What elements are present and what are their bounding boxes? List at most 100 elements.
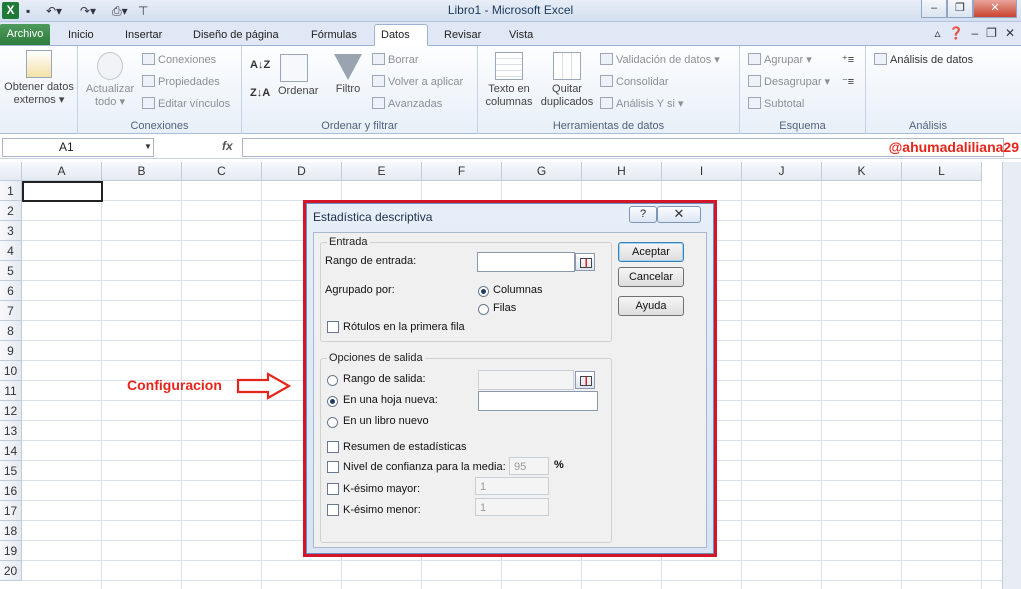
filter-button[interactable]: Filtro (330, 54, 366, 96)
column-header-h[interactable]: H (582, 162, 662, 181)
column-header-c[interactable]: C (182, 162, 262, 181)
group-by-columns-radio[interactable] (478, 286, 489, 297)
sort-za-icon[interactable]: Z↓A (250, 86, 270, 100)
cancel-button[interactable]: Cancelar (618, 267, 684, 287)
sort-az-icon[interactable]: A↓Z (250, 58, 270, 72)
input-range-field[interactable] (477, 252, 575, 272)
workbook-minimize-icon[interactable]: – (971, 26, 978, 40)
column-header-b[interactable]: B (102, 162, 182, 181)
kth-smallest-field[interactable]: 1 (475, 498, 549, 516)
group-by-rows-radio[interactable] (478, 304, 489, 315)
confidence-level-field[interactable]: 95 (509, 457, 549, 475)
tab-inicio[interactable]: Inicio (62, 25, 100, 46)
tab-diseno-pagina[interactable]: Diseño de página (187, 25, 285, 46)
column-header-k[interactable]: K (822, 162, 902, 181)
output-range-collapse-icon[interactable] (575, 371, 595, 389)
column-header-a[interactable]: A (22, 162, 102, 181)
output-range-radio[interactable] (327, 375, 338, 386)
row-header-14[interactable]: 14 (0, 441, 22, 461)
dialog-help-icon[interactable]: ? (629, 206, 657, 223)
column-header-l[interactable]: L (902, 162, 982, 181)
row-header-18[interactable]: 18 (0, 521, 22, 541)
get-external-data-button[interactable]: Obtener datos externos ▾ (2, 50, 76, 107)
row-header-2[interactable]: 2 (0, 201, 22, 221)
row-header-16[interactable]: 16 (0, 481, 22, 501)
vertical-scrollbar[interactable] (1002, 162, 1021, 589)
workbook-close-icon[interactable]: ✕ (1005, 26, 1015, 40)
row-header-5[interactable]: 5 (0, 261, 22, 281)
advanced-filter-button[interactable]: Avanzadas (372, 97, 442, 111)
properties-button[interactable]: Propiedades (142, 75, 220, 89)
row-header-19[interactable]: 19 (0, 541, 22, 561)
show-detail-icon[interactable]: ⁺≡ (842, 53, 854, 67)
row-header-4[interactable]: 4 (0, 241, 22, 261)
row-header-9[interactable]: 9 (0, 341, 22, 361)
what-if-analysis-button[interactable]: Análisis Y si ▾ (600, 97, 683, 111)
new-sheet-name-field[interactable] (478, 391, 598, 411)
ungroup-button[interactable]: Desagrupar ▾ (748, 75, 830, 89)
column-header-e[interactable]: E (342, 162, 422, 181)
help-icon[interactable]: ❓ (949, 26, 964, 40)
row-header-10[interactable]: 10 (0, 361, 22, 381)
clear-filter-button[interactable]: Borrar (372, 53, 419, 67)
restore-icon[interactable]: ❐ (947, 0, 973, 18)
kth-largest-field[interactable]: 1 (475, 477, 549, 495)
reapply-filter-button[interactable]: Volver a aplicar (372, 75, 463, 89)
input-range-collapse-icon[interactable] (575, 253, 595, 271)
close-window-icon[interactable]: ✕ (973, 0, 1017, 18)
minimize-icon[interactable]: – (921, 0, 947, 18)
ok-button[interactable]: Aceptar (618, 242, 684, 262)
consolidate-button[interactable]: Consolidar (600, 75, 669, 89)
sort-button[interactable]: Ordenar (278, 54, 318, 98)
kth-largest-checkbox[interactable] (327, 483, 339, 495)
text-to-columns-button[interactable]: Texto en columnas (482, 52, 536, 109)
row-header-7[interactable]: 7 (0, 301, 22, 321)
row-header-17[interactable]: 17 (0, 501, 22, 521)
data-validation-button[interactable]: Validación de datos ▾ (600, 53, 720, 67)
tab-archivo[interactable]: Archivo (0, 24, 50, 45)
tab-datos[interactable]: Datos (374, 24, 428, 46)
select-all-corner[interactable] (0, 162, 22, 181)
minimize-ribbon-icon[interactable]: ▵ (935, 26, 941, 40)
summary-statistics-checkbox[interactable] (327, 441, 339, 453)
data-analysis-button[interactable]: Análisis de datos (874, 53, 973, 67)
column-header-g[interactable]: G (502, 162, 582, 181)
group-button[interactable]: Agrupar ▾ (748, 53, 812, 67)
column-header-f[interactable]: F (422, 162, 502, 181)
output-range-field[interactable] (478, 370, 574, 390)
active-cell-a1[interactable] (22, 181, 103, 202)
row-header-8[interactable]: 8 (0, 321, 22, 341)
edit-links-button[interactable]: Editar vínculos (142, 97, 230, 111)
row-header-6[interactable]: 6 (0, 281, 22, 301)
kth-smallest-checkbox[interactable] (327, 504, 339, 516)
remove-duplicates-button[interactable]: Quitar duplicados (536, 52, 598, 109)
column-header-i[interactable]: I (662, 162, 742, 181)
column-header-j[interactable]: J (742, 162, 822, 181)
row-header-15[interactable]: 15 (0, 461, 22, 481)
row-header-3[interactable]: 3 (0, 221, 22, 241)
row-header-12[interactable]: 12 (0, 401, 22, 421)
tab-insertar[interactable]: Insertar (119, 25, 168, 46)
new-workbook-radio[interactable] (327, 417, 338, 428)
workbook-restore-icon[interactable]: ❐ (986, 26, 997, 40)
row-header-1[interactable]: 1 (0, 181, 22, 201)
row-header-11[interactable]: 11 (0, 381, 22, 401)
row-header-20[interactable]: 20 (0, 561, 22, 581)
dialog-close-icon[interactable]: ✕ (657, 206, 701, 223)
labels-first-row-checkbox[interactable] (327, 321, 339, 333)
tab-vista[interactable]: Vista (503, 25, 539, 46)
hide-detail-icon[interactable]: ⁻≡ (842, 75, 854, 89)
column-header-d[interactable]: D (262, 162, 342, 181)
insert-function-icon[interactable]: fx (222, 139, 233, 153)
connections-button[interactable]: Conexiones (142, 53, 216, 67)
tab-formulas[interactable]: Fórmulas (305, 25, 363, 46)
row-header-13[interactable]: 13 (0, 421, 22, 441)
name-box[interactable]: A1 (2, 138, 154, 157)
help-button[interactable]: Ayuda (618, 296, 684, 316)
subtotal-button[interactable]: Subtotal (748, 97, 804, 111)
confidence-level-checkbox[interactable] (327, 461, 339, 473)
refresh-all-button[interactable]: Actualizar todo ▾ (82, 52, 138, 109)
tab-revisar[interactable]: Revisar (438, 25, 487, 46)
name-box-dropdown-icon[interactable]: ▼ (144, 142, 152, 151)
new-sheet-radio[interactable] (327, 396, 338, 407)
